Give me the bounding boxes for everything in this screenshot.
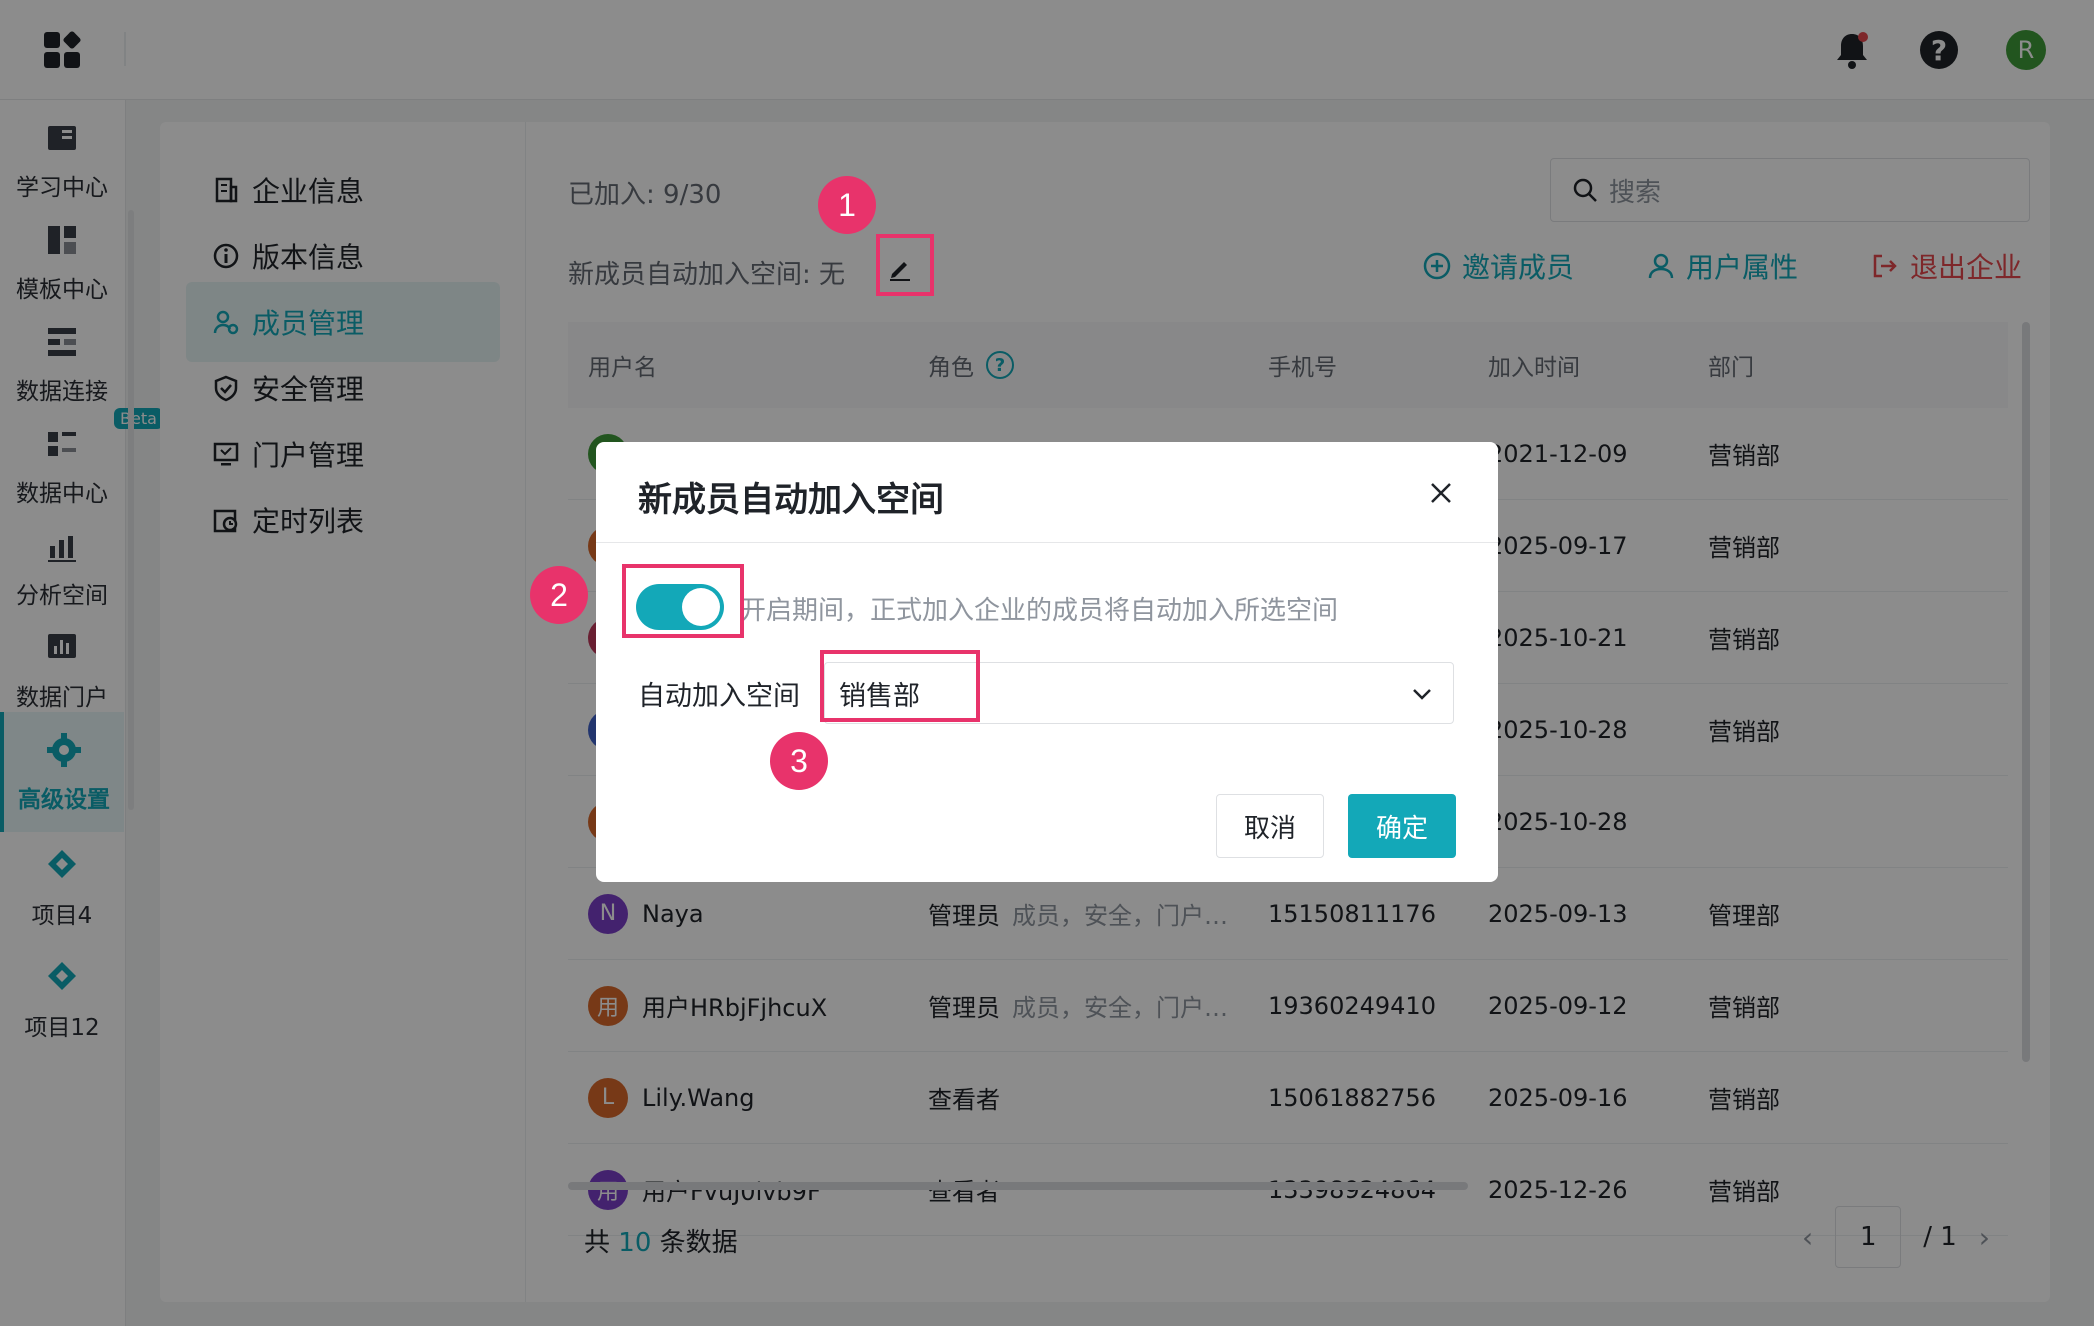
chevron-down-icon (1413, 689, 1431, 700)
modal-divider (596, 542, 1498, 543)
autojoin-field-label: 自动加入空间 (638, 681, 800, 712)
annotation-box-1 (876, 234, 934, 296)
annotation-box-2 (622, 564, 744, 638)
autojoin-modal: 新成员自动加入空间 开启期间，正式加入企业的成员将自动加入所选空间 自动加入空间… (596, 442, 1498, 882)
modal-title: 新成员自动加入空间 (638, 480, 944, 520)
annotation-badge-1: 1 (818, 176, 876, 234)
confirm-button[interactable]: 确定 (1348, 794, 1456, 858)
close-icon[interactable] (1424, 476, 1458, 510)
annotation-badge-2: 2 (530, 566, 588, 624)
cancel-button[interactable]: 取消 (1216, 794, 1324, 858)
toggle-description: 开启期间，正式加入企业的成员将自动加入所选空间 (740, 596, 1339, 626)
annotation-badge-3: 3 (770, 732, 828, 790)
annotation-box-3 (820, 650, 980, 722)
